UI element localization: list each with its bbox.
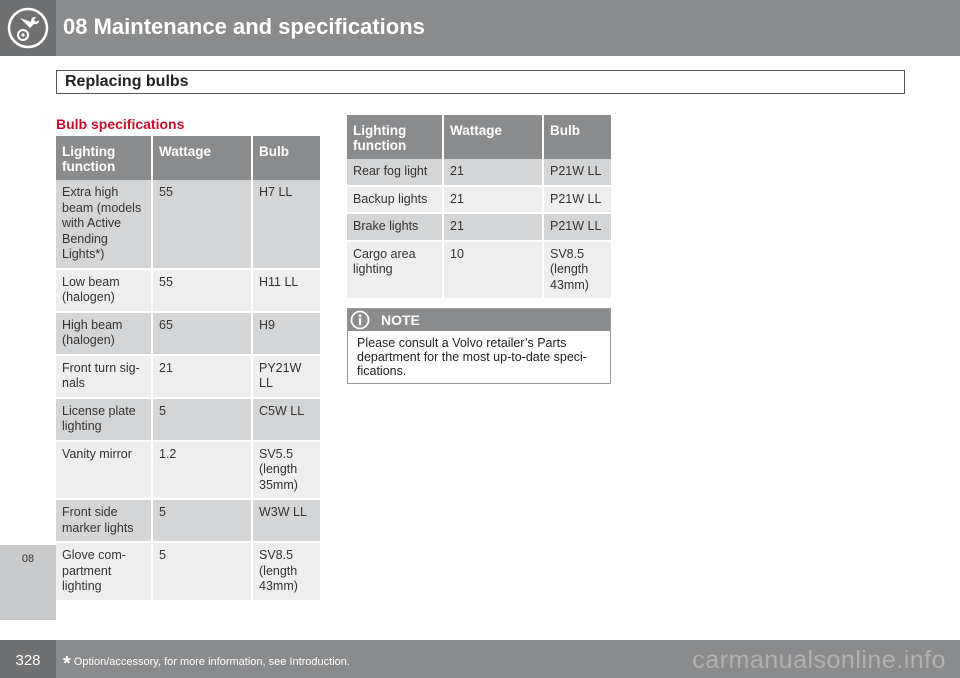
sub-heading: Bulb specifications bbox=[56, 116, 185, 132]
table-row: Glove com-partment lighting 5 SV8.5 (len… bbox=[56, 543, 320, 602]
note-box: NOTE Please consult a Volvo retailer’s P… bbox=[347, 308, 611, 384]
table-row: Front turn sig-nals 21 PY21W LL bbox=[56, 355, 320, 399]
table-cell: SV8.5 (length 43mm) bbox=[544, 241, 611, 300]
side-tab bbox=[0, 56, 56, 620]
page-number-box: 328 bbox=[0, 640, 56, 678]
table-row: Cargo area lighting 10 SV8.5 (length 43m… bbox=[347, 241, 611, 300]
table-header-row: Lighting function Wattage Bulb bbox=[347, 115, 611, 159]
footnote-star: * bbox=[63, 653, 71, 675]
page-number: 328 bbox=[15, 652, 41, 669]
chapter-tab-label: 08 bbox=[21, 553, 35, 565]
note-header: NOTE bbox=[348, 309, 610, 331]
table-cell: 10 bbox=[444, 241, 544, 300]
table-cell: Extra high beam (models with Active Bend… bbox=[56, 180, 153, 270]
table-cell: License plate lighting bbox=[56, 398, 153, 442]
bulb-spec-table-right: Lighting function Wattage Bulb Rear fog … bbox=[347, 115, 611, 300]
footnote: * Option/accessory, for more information,… bbox=[63, 653, 350, 676]
table-row: Rear fog light 21 P21W LL bbox=[347, 159, 611, 187]
table-header-row: Lighting function Wattage Bulb bbox=[56, 136, 320, 180]
section-title-box: Replacing bulbs bbox=[56, 70, 905, 94]
note-title: NOTE bbox=[381, 312, 420, 328]
table-cell: Backup lights bbox=[347, 186, 444, 214]
table-cell: W3W LL bbox=[253, 500, 320, 543]
column-header: Wattage bbox=[153, 136, 253, 180]
column-header: Bulb bbox=[544, 115, 611, 159]
table-row: Front side marker lights 5 W3W LL bbox=[56, 500, 320, 543]
table-row: High beam (halogen) 65 H9 bbox=[56, 312, 320, 356]
table-cell: High beam (halogen) bbox=[56, 312, 153, 356]
table-cell: 5 bbox=[153, 500, 253, 543]
column-header: Wattage bbox=[444, 115, 544, 159]
table-cell: 5 bbox=[153, 543, 253, 602]
info-icon bbox=[350, 310, 370, 330]
table-cell: Vanity mirror bbox=[56, 441, 153, 500]
table-cell: C5W LL bbox=[253, 398, 320, 442]
table-cell: 21 bbox=[444, 214, 544, 242]
table-cell: H11 LL bbox=[253, 269, 320, 313]
table-cell: Front turn sig-nals bbox=[56, 355, 153, 399]
table-cell: 55 bbox=[153, 180, 253, 270]
table-cell: 21 bbox=[444, 159, 544, 187]
column-header: Lighting function bbox=[347, 115, 444, 159]
chapter-title: 08 Maintenance and specifications bbox=[63, 14, 425, 39]
table-cell: Cargo area lighting bbox=[347, 241, 444, 300]
table-cell: 65 bbox=[153, 312, 253, 356]
table-cell: Rear fog light bbox=[347, 159, 444, 187]
table-cell: Low beam (halogen) bbox=[56, 269, 153, 313]
table-row: Vanity mirror 1.2 SV5.5 (length 35mm) bbox=[56, 441, 320, 500]
table-cell: Front side marker lights bbox=[56, 500, 153, 543]
wrench-gear-icon bbox=[7, 7, 49, 49]
table-cell: H7 LL bbox=[253, 180, 320, 270]
table-cell: P21W LL bbox=[544, 214, 611, 242]
table-cell: H9 bbox=[253, 312, 320, 356]
column-header: Lighting function bbox=[56, 136, 153, 180]
table-row: Backup lights 21 P21W LL bbox=[347, 186, 611, 214]
table-cell: Glove com-partment lighting bbox=[56, 543, 153, 602]
table-row: Low beam (halogen) 55 H11 LL bbox=[56, 269, 320, 313]
watermark: carmanualsonline.info bbox=[692, 646, 946, 674]
table-row: License plate lighting 5 C5W LL bbox=[56, 398, 320, 442]
table-row: Brake lights 21 P21W LL bbox=[347, 214, 611, 242]
table-cell: PY21W LL bbox=[253, 355, 320, 399]
table-cell: SV5.5 (length 35mm) bbox=[253, 441, 320, 500]
table-row: Extra high beam (models with Active Bend… bbox=[56, 180, 320, 270]
table-cell: Brake lights bbox=[347, 214, 444, 242]
section-title: Replacing bulbs bbox=[65, 73, 189, 90]
header-bar: 08 Maintenance and specifications bbox=[0, 0, 960, 56]
column-header: Bulb bbox=[253, 136, 320, 180]
chapter-icon-box bbox=[0, 0, 56, 56]
table-cell: 55 bbox=[153, 269, 253, 313]
table-cell: 1.2 bbox=[153, 441, 253, 500]
table-cell: 5 bbox=[153, 398, 253, 442]
note-text: Please consult a Volvo retailer’s Parts … bbox=[357, 336, 587, 378]
bulb-spec-table-left: Lighting function Wattage Bulb Extra hig… bbox=[56, 136, 320, 602]
table-cell: P21W LL bbox=[544, 186, 611, 214]
footnote-text: Option/accessory, for more information, … bbox=[73, 656, 350, 668]
table-cell: 21 bbox=[444, 186, 544, 214]
table-cell: P21W LL bbox=[544, 159, 611, 187]
table-cell: 21 bbox=[153, 355, 253, 399]
table-cell: SV8.5 (length 43mm) bbox=[253, 543, 320, 602]
